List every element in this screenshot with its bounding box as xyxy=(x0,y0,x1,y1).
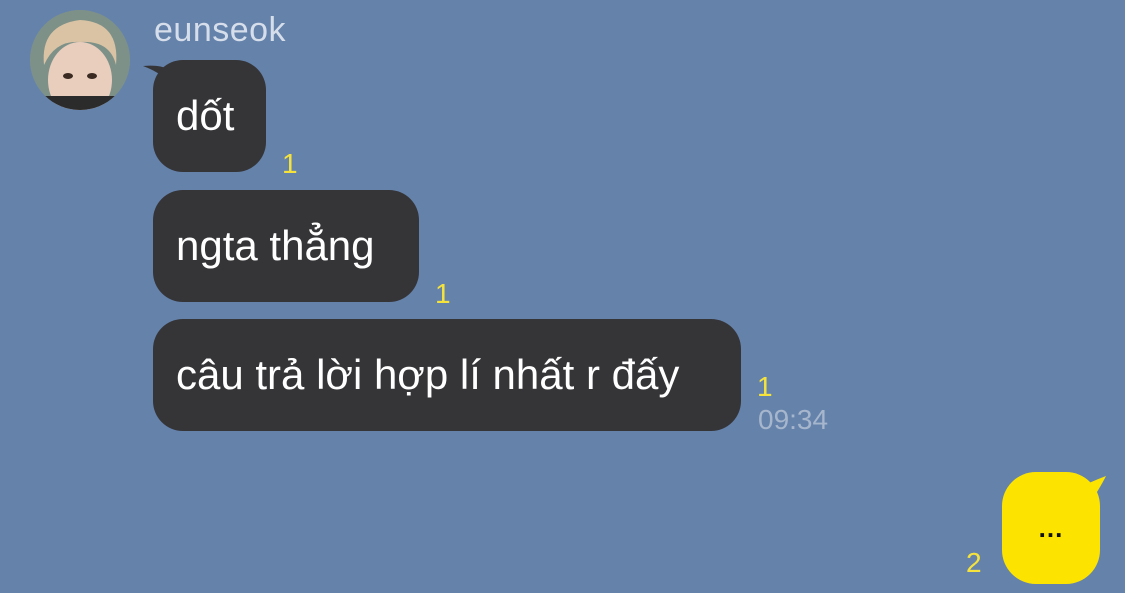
user-avatar-photo-icon xyxy=(30,10,130,110)
unread-count: 2 xyxy=(966,547,982,578)
message-text: ... xyxy=(1038,512,1064,543)
sender-name: eunseok xyxy=(154,11,287,49)
message-timestamp: 09:34 xyxy=(758,404,829,435)
bubble-tail xyxy=(1070,476,1106,506)
message-bubble[interactable]: ngta thẳng xyxy=(153,190,419,302)
message-bubble[interactable]: câu trả lời hợp lí nhất r đấy xyxy=(153,319,741,431)
message-text: ngta thẳng xyxy=(176,222,375,269)
unread-count: 1 xyxy=(435,278,451,309)
message-text: câu trả lời hợp lí nhất r đấy xyxy=(176,351,680,398)
sender-avatar[interactable] xyxy=(30,10,130,110)
message-bubble[interactable]: dốt xyxy=(153,60,266,172)
unread-count: 1 xyxy=(757,371,773,402)
unread-count: 1 xyxy=(282,148,298,179)
message-text: dốt xyxy=(176,92,235,139)
